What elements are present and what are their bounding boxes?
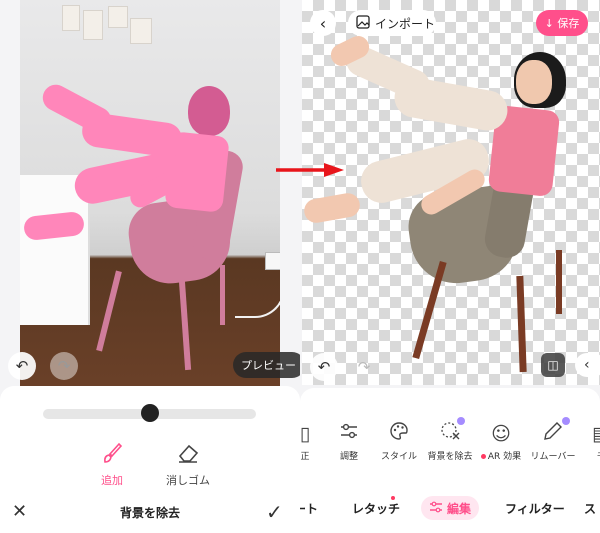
chair-leg bbox=[412, 260, 447, 360]
back-button[interactable]: ‹ bbox=[310, 10, 336, 36]
tool-mosaic[interactable]: ▤ モ bbox=[570, 421, 600, 462]
tool-label: 正 bbox=[300, 452, 310, 462]
image-icon bbox=[356, 14, 370, 32]
person-head bbox=[188, 86, 230, 136]
new-dot bbox=[480, 454, 486, 459]
premium-badge bbox=[562, 417, 570, 425]
premium-badge bbox=[457, 417, 465, 425]
right-bottom-toolbar: ▯ 正 調整 スタイル 背景を除去 ☺ AR 効果 リムーバー ート レタッチ … bbox=[300, 388, 600, 533]
chair-leg bbox=[220, 265, 225, 325]
import-label: インポート bbox=[375, 16, 436, 31]
tab-edit[interactable]: 編集 bbox=[421, 496, 479, 520]
sliders-icon bbox=[429, 501, 443, 516]
tab-template[interactable]: ート bbox=[300, 500, 318, 517]
erase-tool-button[interactable]: 消しゴム bbox=[158, 442, 218, 488]
new-dot bbox=[391, 496, 395, 500]
panel-title: 背景を除去 bbox=[119, 506, 180, 520]
add-tool-label: 追加 bbox=[101, 474, 123, 487]
brush-icon bbox=[82, 442, 142, 466]
left-editor-panel: ↶ ↷ プレビュー 追加 消しゴム ✕ 背景を除去 bbox=[0, 0, 300, 533]
redo-icon: ↷ bbox=[57, 357, 71, 375]
left-bottom-sheet: 追加 消しゴム ✕ 背景を除去 bbox=[0, 386, 300, 533]
mosaic-icon: ▤ bbox=[570, 421, 600, 447]
power-cord bbox=[235, 268, 280, 318]
close-icon[interactable]: ✕ bbox=[12, 501, 27, 522]
undo-button[interactable]: ↶ bbox=[8, 352, 36, 380]
compare-button[interactable]: ◫ bbox=[541, 353, 565, 377]
collapse-panel-button[interactable]: ‹ bbox=[575, 353, 600, 377]
chevron-left-icon: ‹ bbox=[319, 13, 327, 33]
redo-button[interactable]: ↷ bbox=[350, 353, 378, 381]
wall-poster bbox=[108, 6, 128, 28]
tool-label: 調整 bbox=[339, 452, 358, 462]
compare-icon: ◫ bbox=[547, 358, 559, 372]
import-button[interactable]: インポート bbox=[348, 10, 436, 36]
person-face bbox=[516, 60, 552, 104]
add-tool-button[interactable]: 追加 bbox=[82, 442, 142, 488]
tab-edit-label: 編集 bbox=[446, 501, 471, 516]
redo-icon: ↷ bbox=[357, 358, 371, 376]
chair-leg bbox=[178, 279, 192, 371]
undo-icon: ↶ bbox=[317, 358, 331, 376]
eraser-icon bbox=[158, 442, 218, 466]
preview-label: プレビュー bbox=[241, 359, 296, 372]
tool-label: モ bbox=[596, 452, 600, 462]
save-button[interactable]: ↓ 保存 bbox=[536, 10, 588, 36]
tool-label: AR 効果 bbox=[487, 452, 522, 462]
arrow-right-icon bbox=[276, 163, 344, 177]
chevron-left-icon: ‹ bbox=[584, 357, 590, 373]
person-shin bbox=[38, 80, 116, 138]
wall-poster bbox=[62, 5, 80, 31]
tool-label: リムーバー bbox=[530, 452, 576, 462]
masked-photo-canvas[interactable] bbox=[20, 0, 280, 386]
right-editor-panel: ‹ インポート ↓ 保存 ↶ ↷ ◫ ‹ ▯ 正 調整 スタイル 背景を除去 ☺… bbox=[300, 0, 600, 533]
tab-retouch[interactable]: レタッチ bbox=[352, 500, 400, 517]
tool-label: 背景を除去 bbox=[427, 452, 473, 462]
person-foot bbox=[302, 191, 362, 225]
undo-icon: ↶ bbox=[15, 357, 29, 375]
chair-leg bbox=[96, 270, 122, 352]
wall-poster bbox=[130, 18, 152, 44]
tool-label: スタイル bbox=[380, 452, 417, 462]
tab-style[interactable]: ス bbox=[584, 500, 596, 517]
erase-tool-label: 消しゴム bbox=[166, 474, 210, 487]
tab-filter[interactable]: フィルター bbox=[505, 500, 565, 517]
chair-leg bbox=[556, 250, 562, 314]
chair-leg bbox=[516, 275, 527, 373]
undo-button[interactable]: ↶ bbox=[310, 353, 338, 381]
brush-size-slider-handle[interactable] bbox=[140, 404, 159, 422]
preview-button[interactable]: プレビュー bbox=[233, 352, 300, 378]
wall-poster bbox=[83, 10, 103, 40]
cutout-canvas[interactable] bbox=[302, 0, 600, 385]
save-label: ↓ 保存 bbox=[544, 17, 580, 30]
checkmark-icon[interactable]: ✓ bbox=[266, 500, 283, 524]
redo-button[interactable]: ↷ bbox=[50, 352, 78, 380]
